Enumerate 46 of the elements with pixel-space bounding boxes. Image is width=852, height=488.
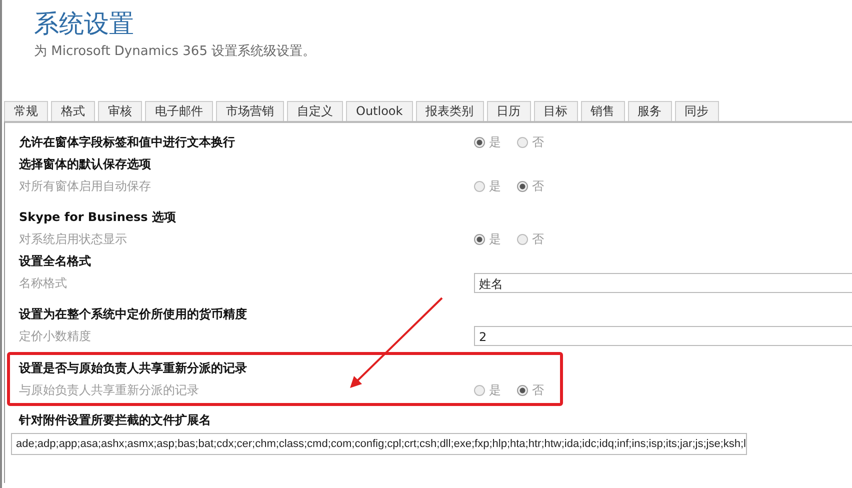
tab[interactable]: 同步	[674, 101, 719, 121]
radio-button[interactable]	[517, 384, 528, 396]
tab[interactable]: Outlook	[346, 101, 413, 121]
tab[interactable]: 目标	[534, 101, 578, 121]
tab[interactable]: 服务	[628, 101, 672, 121]
section-heading: Skype for Business 选项	[19, 209, 178, 226]
tab[interactable]: 报表类别	[416, 101, 484, 121]
setting-label: 定价小数精度	[19, 328, 92, 345]
radio-label: 否	[532, 230, 544, 248]
section-heading: 选择窗体的默认保存选项	[19, 156, 152, 173]
tab[interactable]: 自定义	[287, 101, 343, 121]
radio-button[interactable]	[517, 234, 528, 244]
radio-label: 是	[489, 134, 501, 150]
setting-label: 对所有窗体启用自动保存	[19, 178, 152, 195]
radio-label: 否	[532, 382, 544, 398]
setting-label: 允许在窗体字段标签和值中进行文本换行	[19, 134, 236, 151]
tab[interactable]: 电子邮件	[145, 101, 213, 121]
radio-button[interactable]	[474, 384, 485, 396]
radio-label: 否	[532, 178, 544, 194]
setting-label: 对系统启用状态显示	[19, 231, 128, 248]
radio-label: 是	[489, 230, 501, 248]
page-title: 系统设置	[34, 8, 135, 40]
radio-button[interactable]	[517, 180, 528, 192]
tab[interactable]: 审核	[98, 101, 142, 121]
section-heading: 设置是否与原始负责人共享重新分派的记录	[19, 360, 248, 377]
radio-button[interactable]	[474, 234, 485, 244]
input-field[interactable]: ade;adp;app;asa;ashx;asmx;asp;bas;bat;cdx;cer;chm;class;cmd;com;config;cpl;crt;csh;dll;exe;fxp;hlp;hta;htr;htw;ida;idc;idq;inf;ins;isp;its;jar;js;jse;ksh;l	[11, 433, 747, 455]
tab[interactable]: 格式	[51, 101, 95, 121]
radio-button[interactable]	[474, 180, 485, 192]
radio-button[interactable]	[517, 136, 528, 148]
tab[interactable]: 常规	[4, 101, 48, 121]
input-field[interactable]: 姓名	[474, 273, 852, 293]
setting-label: 名称格式	[19, 275, 68, 292]
input-field[interactable]: 2	[474, 326, 852, 346]
radio-button[interactable]	[474, 136, 485, 148]
radio-label: 是	[489, 178, 501, 194]
setting-label: 与原始负责人共享重新分派的记录	[19, 382, 200, 399]
tab[interactable]: 销售	[580, 101, 625, 121]
tab[interactable]: 市场营销	[216, 101, 284, 121]
radio-label: 否	[532, 134, 544, 150]
radio-label: 是	[489, 382, 501, 398]
tab[interactable]: 日历	[486, 101, 531, 121]
section-heading: 设置全名格式	[19, 253, 92, 270]
page-subtitle: 为 Microsoft Dynamics 365 设置系统级设置。	[34, 43, 317, 60]
section-heading: 设置为在整个系统中定价所使用的货币精度	[19, 306, 248, 323]
section-heading: 针对附件设置所要拦截的文件扩展名	[19, 412, 212, 429]
